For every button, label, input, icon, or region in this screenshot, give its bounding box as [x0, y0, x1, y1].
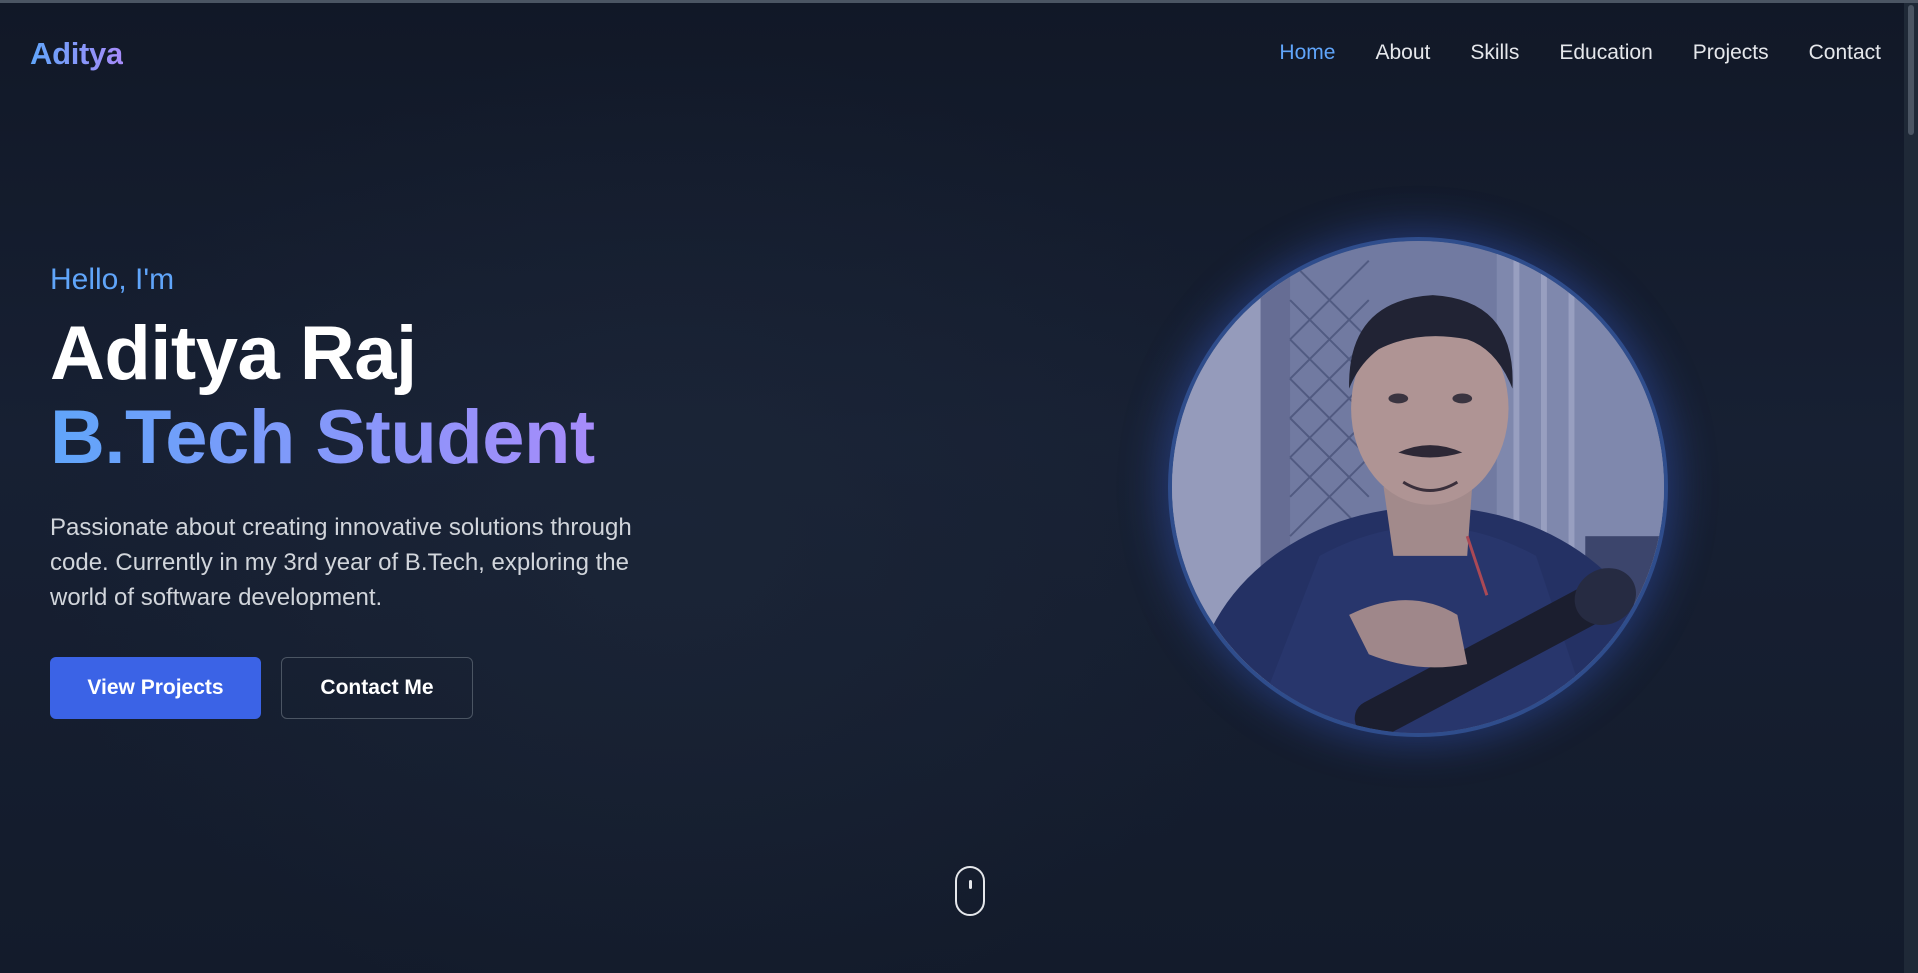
- nav-link-contact[interactable]: Contact: [1809, 41, 1881, 65]
- profile-photo: [1168, 237, 1668, 737]
- nav-link-about[interactable]: About: [1375, 41, 1430, 65]
- nav-link-education[interactable]: Education: [1559, 41, 1652, 65]
- profile-photo-illustration: [1172, 241, 1664, 733]
- scrollbar-thumb[interactable]: [1908, 5, 1914, 135]
- hero-role: B.Tech Student: [50, 395, 595, 480]
- nav-link-home[interactable]: Home: [1279, 41, 1335, 65]
- nav-menu: Home About Skills Education Projects Con…: [1279, 41, 1881, 65]
- hero-greeting: Hello, I'm: [50, 263, 175, 296]
- hero-description: Passionate about creating innovative sol…: [50, 514, 632, 611]
- view-projects-button[interactable]: View Projects: [50, 657, 261, 719]
- nav-link-skills[interactable]: Skills: [1470, 41, 1519, 65]
- hero-name: Aditya Raj: [50, 311, 417, 396]
- mouse-scroll-icon[interactable]: [955, 866, 985, 916]
- contact-me-button[interactable]: Contact Me: [281, 657, 473, 719]
- hero-intro: Hello, I'm Aditya Raj B.Tech Student Pas…: [50, 258, 730, 719]
- scroll-wheel-dot: [969, 880, 972, 889]
- page-scrollbar[interactable]: [1904, 3, 1918, 973]
- nav-link-projects[interactable]: Projects: [1693, 41, 1769, 65]
- navbar: Aditya Home About Skills Education Proje…: [0, 3, 1904, 103]
- site-logo[interactable]: Aditya: [30, 36, 123, 72]
- hero-actions: View Projects Contact Me: [50, 657, 730, 719]
